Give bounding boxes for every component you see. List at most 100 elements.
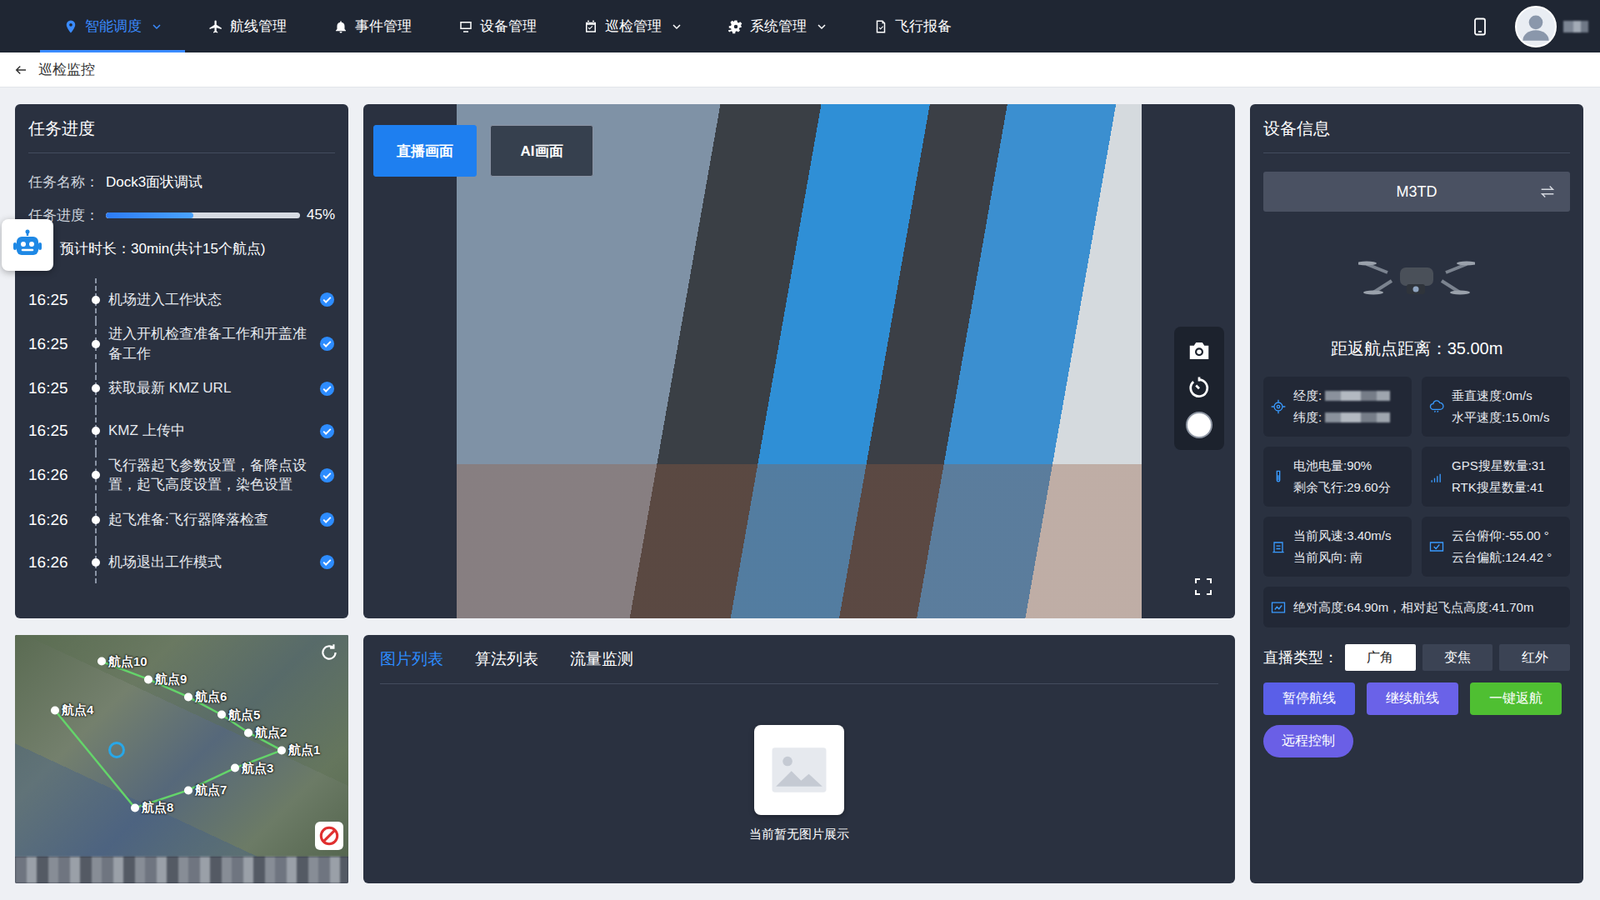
nav-item[interactable]: 飞行报备 <box>850 0 975 53</box>
telemetry-text: 云台偏航:124.42 ° <box>1451 546 1552 569</box>
waypoint-pin[interactable]: 航点5 <box>217 706 260 723</box>
chevron-down-icon <box>151 21 162 32</box>
live-type-option[interactable]: 变焦 <box>1422 644 1494 671</box>
media-tab[interactable]: 算法列表 <box>475 648 539 670</box>
action-button[interactable]: 暂停航线 <box>1263 682 1355 715</box>
live-type-option[interactable]: 红外 <box>1499 644 1570 671</box>
task-name-label: 任务名称： <box>28 172 100 192</box>
step-text: 起飞准备:飞行器降落检查 <box>108 510 313 530</box>
telemetry-text: 纬度: <box>1293 406 1322 429</box>
nav-item[interactable]: 巡检管理 <box>560 0 705 53</box>
record-button-icon[interactable] <box>1185 411 1213 439</box>
step-text: 进入开机检查准备工作和开盖准备工作 <box>108 324 313 365</box>
camera-icon[interactable] <box>1186 338 1212 364</box>
waypoint-pin[interactable]: 航点10 <box>97 653 148 670</box>
media-tab[interactable]: 流量监测 <box>570 648 634 670</box>
telemetry-card: 经度:纬度: <box>1263 376 1412 437</box>
nav-label: 巡检管理 <box>605 16 662 36</box>
nav-item-icon <box>873 19 889 35</box>
image-placeholder-icon <box>770 745 829 795</box>
map-canvas[interactable]: 航点1航点2 航点3 航点4 航点5航点6 航点7 航点8 航点9 航点10 <box>15 635 349 857</box>
step-text: 机场退出工作模式 <box>108 552 313 573</box>
waypoint-pin[interactable]: 航点2 <box>244 725 287 741</box>
done-check-icon <box>319 554 335 570</box>
step-text: 飞行器起飞参数设置，备降点设置，起飞高度设置，染色设置 <box>108 455 313 496</box>
telemetry-text: GPS搜星数量:31 <box>1451 455 1546 477</box>
back-arrow-icon[interactable] <box>13 62 29 78</box>
route-map-panel: 航点1航点2 航点3 航点4 航点5航点6 航点7 航点8 航点9 航点10 <box>15 635 349 884</box>
telemetry-values: 经度:纬度: <box>1293 385 1390 429</box>
action-button[interactable]: 一键返航 <box>1470 682 1562 715</box>
nav-label: 事件管理 <box>355 16 412 36</box>
telemetry-text: 当前风向: 南 <box>1293 546 1363 569</box>
nav-item[interactable]: 事件管理 <box>310 0 435 53</box>
drone-image <box>1263 211 1570 337</box>
waypoint-pin[interactable]: 航点3 <box>230 760 274 776</box>
user-avatar-icon[interactable] <box>1515 5 1557 48</box>
nav-label: 智能调度 <box>85 16 142 36</box>
device-selector[interactable]: M3TD <box>1263 171 1570 212</box>
nav-label: 航线管理 <box>230 16 287 36</box>
waypoint-dot <box>130 803 140 812</box>
waypoint-label: 航点7 <box>195 782 227 799</box>
altitude-icon <box>1270 599 1287 616</box>
timer-icon[interactable] <box>1186 375 1212 400</box>
redacted-value <box>1325 390 1390 401</box>
action-button[interactable]: 远程控制 <box>1263 725 1354 758</box>
action-button[interactable]: 继续航线 <box>1366 682 1459 715</box>
nav-item-icon <box>208 19 224 35</box>
nav-item[interactable]: 智能调度 <box>40 0 185 53</box>
telemetry-icon <box>1428 538 1445 555</box>
telemetry-line: 当前风向: 南 <box>1293 546 1392 569</box>
waypoint-pin[interactable]: 航点8 <box>130 800 174 816</box>
waypoint-dot <box>230 764 240 773</box>
waypoint-pin[interactable]: 航点6 <box>184 689 227 705</box>
telemetry-line: 电池电量:90% <box>1293 455 1391 477</box>
switch-device-icon[interactable] <box>1538 182 1557 201</box>
nav-label: 系统管理 <box>750 16 807 36</box>
telemetry-card: 垂直速度:0m/s水平速度:15.0m/s <box>1421 376 1570 437</box>
nav-item[interactable]: 系统管理 <box>705 0 850 53</box>
step-text: 机场进入工作状态 <box>108 290 313 310</box>
timeline-dot <box>91 515 100 525</box>
inspection-monitor-page: 智能调度航线管理事件管理设备管理巡检管理系统管理飞行报备巡检监控任务进度任务名称… <box>0 0 1600 900</box>
empty-text: 当前暂无图片展示 <box>749 826 850 843</box>
progress-percent: 45% <box>306 206 335 224</box>
telemetry-text: 垂直速度:0m/s <box>1451 385 1533 407</box>
chevron-down-icon <box>816 21 827 32</box>
task-name-row: 任务名称：Dock3面状调试 <box>28 165 335 199</box>
telemetry-grid: 经度:纬度:垂直速度:0m/s水平速度:15.0m/s电池电量:90%剩余飞行:… <box>1263 376 1570 577</box>
video-mode-button[interactable]: 直播画面 <box>373 125 477 177</box>
refresh-icon[interactable] <box>318 641 340 664</box>
progress-fill <box>105 212 194 219</box>
waypoint-pin[interactable]: 航点1 <box>277 742 320 759</box>
live-type-options: 广角变焦红外 <box>1345 644 1570 671</box>
waypoint-pin[interactable]: 航点9 <box>144 671 187 688</box>
video-mode-switch: 直播画面AI画面 <box>373 125 594 177</box>
video-mode-button[interactable]: AI画面 <box>490 125 594 177</box>
nav-user-area <box>1470 5 1589 48</box>
fullscreen-icon[interactable] <box>1193 576 1214 597</box>
telemetry-icon <box>1428 398 1445 415</box>
telemetry-text: 经度: <box>1293 385 1322 407</box>
mobile-phone-icon[interactable] <box>1470 16 1490 37</box>
task-duration: 预计时长：30min(共计15个航点) <box>60 239 266 259</box>
video-frame <box>456 104 1142 619</box>
live-type-option[interactable]: 广角 <box>1345 644 1416 671</box>
progress-bar <box>105 212 300 219</box>
waypoint-pin[interactable]: 航点7 <box>184 782 227 799</box>
media-tab[interactable]: 图片列表 <box>380 648 444 670</box>
waypoint-label: 航点9 <box>155 671 187 688</box>
timeline-dot <box>91 384 100 393</box>
waypoint-label: 航点10 <box>108 653 148 670</box>
timeline-rail <box>90 544 102 580</box>
timeline-step: 16:26 机场退出工作模式 <box>28 540 335 584</box>
assistant-robot-icon[interactable] <box>1 219 54 271</box>
waypoint-pin[interactable]: 航点4 <box>50 702 94 719</box>
media-tabs: 图片列表 算法列表 流量监测 <box>380 635 1219 685</box>
no-fly-zone-icon[interactable] <box>315 821 344 850</box>
nav-item[interactable]: 航线管理 <box>185 0 310 53</box>
step-time: 16:26 <box>28 553 84 572</box>
nav-item[interactable]: 设备管理 <box>435 0 560 53</box>
done-check-icon <box>319 511 335 528</box>
